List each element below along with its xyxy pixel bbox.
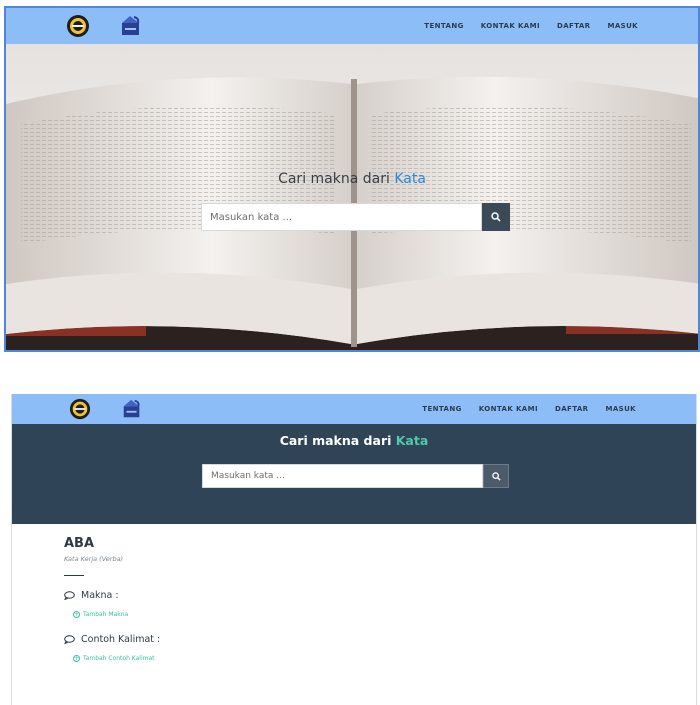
add-contoh-label: Tambah Contoh Kalimat [83,655,155,662]
contoh-label: Contoh Kalimat : [81,634,161,645]
nav-masuk[interactable]: MASUK [607,22,638,30]
plus-circle-icon: + [73,611,80,618]
divider [64,575,84,576]
hero-banner: Cari makna dari Kata [6,44,698,350]
search-title-prefix: Cari makna dari [279,433,396,448]
comment-icon [64,591,75,600]
search-bar [201,203,510,231]
nav-menu: TENTANG KONTAK KAMI DAFTAR MASUK [422,394,636,424]
add-contoh-link[interactable]: + Tambah Contoh Kalimat [73,655,696,662]
nav-daftar[interactable]: DAFTAR [555,405,588,413]
contoh-section: Contoh Kalimat : [64,634,696,645]
word-title: ABA [64,536,95,551]
search-icon [491,212,501,222]
nav-kontak-kami[interactable]: KONTAK KAMI [481,22,540,30]
app-logo[interactable] [119,14,143,38]
add-makna-link[interactable]: + Tambah Makna [73,611,696,618]
search-input[interactable] [201,203,482,231]
university-logo[interactable] [66,14,90,38]
search-button[interactable] [483,464,509,488]
university-logo[interactable] [69,398,93,422]
nav-menu: TENTANG KONTAK KAMI DAFTAR MASUK [424,8,638,44]
comment-icon [64,635,75,644]
makna-label: Makna : [81,590,119,601]
search-input[interactable] [202,464,483,488]
hero-title-keyword: Kata [394,171,426,187]
plus-circle-icon: + [73,655,80,662]
search-bar [202,464,509,488]
word-type: Kata Kerja (Verba) [64,555,124,563]
word-detail: ABA Kata Kerja (Verba) Makna : + Tambah … [64,536,696,662]
nav-tentang[interactable]: TENTANG [422,405,461,413]
hero-title: Cari makna dari Kata [6,171,698,187]
makna-section: Makna : [64,590,696,601]
app-logo[interactable] [121,398,145,422]
search-title: Cari makna dari Kata [12,433,696,448]
hero-title-prefix: Cari makna dari [278,171,395,187]
nav-daftar[interactable]: DAFTAR [557,22,590,30]
nav-masuk[interactable]: MASUK [605,405,636,413]
landing-screen: TENTANG KONTAK KAMI DAFTAR MASUK Cari ma… [4,6,700,352]
nav-tentang[interactable]: TENTANG [424,22,463,30]
result-screen: TENTANG KONTAK KAMI DAFTAR MASUK Cari ma… [11,394,697,705]
nav-kontak-kami[interactable]: KONTAK KAMI [479,405,538,413]
navbar: TENTANG KONTAK KAMI DAFTAR MASUK [12,394,696,424]
add-makna-label: Tambah Makna [83,611,129,618]
open-book-image [6,76,698,350]
search-icon [491,471,501,481]
search-title-keyword: Kata [395,433,429,448]
navbar: TENTANG KONTAK KAMI DAFTAR MASUK [6,8,698,44]
search-header: Cari makna dari Kata [12,424,696,524]
search-button[interactable] [482,203,510,231]
